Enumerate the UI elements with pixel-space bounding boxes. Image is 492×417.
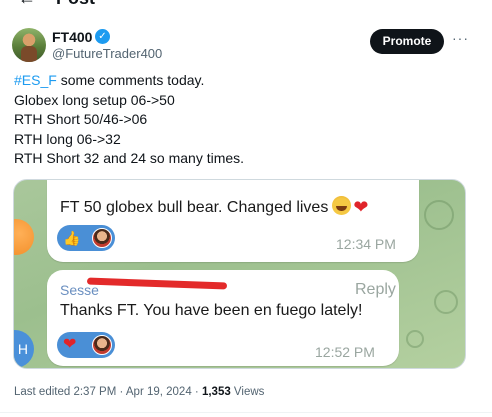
chat-avatar bbox=[14, 219, 34, 255]
chat-message: FT 50 globex bull bear. Changed lives ❤ 👍… bbox=[47, 180, 419, 262]
background-doodle bbox=[406, 330, 424, 348]
message-text: Thanks FT. You have been en fuego lately… bbox=[60, 302, 363, 319]
tweet-line: RTH Short 50/46->06 bbox=[14, 111, 148, 127]
reply-label: Reply bbox=[355, 281, 396, 298]
post-view: ← Post FT400 ✓ @FutureTrader400 Promote … bbox=[0, 0, 492, 417]
reactor-avatar bbox=[92, 228, 112, 248]
media-image[interactable]: H FT 50 globex bull bear. Changed lives ❤… bbox=[13, 179, 466, 369]
message-text: FT 50 globex bull bear. Changed lives ❤ bbox=[60, 196, 368, 218]
verified-badge-icon: ✓ bbox=[95, 29, 110, 44]
reaction-pill: ❤ bbox=[57, 332, 115, 358]
reactor-avatar bbox=[92, 335, 112, 355]
chat-avatar: H bbox=[14, 330, 34, 368]
more-icon[interactable]: ··· bbox=[452, 30, 469, 46]
edited-timestamp[interactable]: Last edited 2:37 PM · Apr 19, 2024 · bbox=[14, 386, 202, 398]
author-name[interactable]: FT400 bbox=[52, 29, 92, 45]
views-label: Views bbox=[230, 386, 265, 398]
page-title: Post bbox=[56, 0, 95, 9]
tweet-text: #ES_F some comments today. Globex long s… bbox=[14, 71, 474, 169]
heart-icon: ❤ bbox=[353, 197, 369, 217]
tweet-line: Globex long setup 06->50 bbox=[14, 91, 175, 108]
tweet-line: RTH Short 32 and 24 so many times. bbox=[14, 150, 245, 166]
redaction-mark bbox=[86, 277, 228, 290]
author-avatar[interactable] bbox=[12, 28, 46, 62]
post-header: ← Post bbox=[0, 0, 492, 8]
message-time: 12:34 PM bbox=[336, 236, 396, 252]
tweet-line-text: some comments today. bbox=[56, 72, 205, 88]
message-text-content: FT 50 globex bull bear. Changed lives bbox=[60, 199, 329, 216]
divider bbox=[0, 412, 492, 413]
hashtag-link[interactable]: #ES_F bbox=[14, 72, 57, 88]
avatar-figure bbox=[21, 46, 37, 62]
back-arrow-icon[interactable]: ← bbox=[18, 0, 36, 9]
promote-button[interactable]: Promote bbox=[370, 29, 444, 54]
heart-icon: ❤ bbox=[63, 336, 77, 353]
thumbs-up-icon: 👍 bbox=[63, 230, 81, 246]
laughing-emoji-icon bbox=[332, 196, 352, 215]
background-doodle bbox=[424, 200, 454, 230]
tweet-meta: Last edited 2:37 PM · Apr 19, 2024 · 1,3… bbox=[14, 386, 264, 398]
tweet-line: #ES_F some comments today. bbox=[14, 71, 474, 91]
tweet-line: RTH long 06->32 bbox=[14, 130, 121, 147]
background-doodle bbox=[434, 290, 458, 314]
reaction-pill: 👍 bbox=[57, 225, 115, 251]
author-handle[interactable]: @FutureTrader400 bbox=[52, 46, 162, 61]
chat-message: Sesse Reply Thanks FT. You have been en … bbox=[47, 270, 399, 366]
message-time: 12:52 PM bbox=[315, 344, 375, 360]
views-count: 1,353 bbox=[201, 386, 231, 398]
